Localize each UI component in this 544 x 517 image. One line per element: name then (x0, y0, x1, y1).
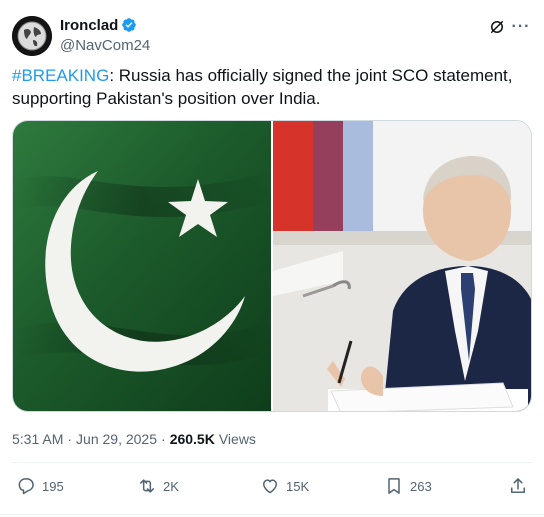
man-signing-document-image[interactable] (273, 121, 531, 411)
meta-separator: · (161, 431, 166, 447)
globe-avatar-icon (12, 16, 52, 56)
grok-button[interactable] (486, 16, 508, 38)
reply-icon (18, 478, 34, 495)
reply-count: 195 (42, 478, 64, 494)
views-label: Views (218, 431, 256, 447)
post-date[interactable]: Jun 29, 2025 (76, 431, 157, 447)
more-icon: ··· (511, 18, 531, 35)
meta-separator: · (67, 431, 73, 447)
pakistan-flag-image[interactable] (13, 121, 271, 411)
share-button[interactable] (508, 474, 528, 498)
hashtag-link[interactable]: #BREAKING (12, 66, 109, 85)
bookmark-count: 263 (410, 478, 432, 494)
repost-count: 2K (163, 478, 179, 494)
divider (12, 462, 532, 463)
tweet-text: #BREAKING: Russia has officially signed … (12, 64, 532, 110)
author-block: Ironclad @NavCom24 (60, 16, 150, 55)
grok-icon (491, 21, 503, 33)
reply-button[interactable]: 195 (16, 474, 64, 498)
bookmark-button[interactable]: 263 (384, 474, 432, 498)
views-count: 260.5K (169, 431, 215, 447)
author-handle[interactable]: @NavCom24 (60, 37, 150, 55)
media-grid (12, 120, 532, 412)
like-count: 15K (286, 478, 310, 494)
bottom-divider (0, 514, 544, 515)
post-time[interactable]: 5:31 AM (12, 431, 63, 447)
tweet: Ironclad @NavCom24 ··· #BREAKING: Russia… (0, 0, 544, 517)
bookmark-icon (388, 478, 400, 494)
share-icon (511, 478, 525, 493)
heart-icon (263, 479, 277, 494)
action-bar: 195 2K 15K 263 (12, 474, 532, 498)
like-button[interactable]: 15K (260, 474, 309, 498)
verified-badge-icon[interactable] (121, 17, 137, 33)
more-button[interactable]: ··· (510, 16, 532, 38)
repost-button[interactable]: 2K (137, 474, 179, 498)
post-meta: 5:31 AM · Jun 29, 2025 · 260.5K Views (12, 430, 256, 448)
repost-icon (140, 479, 154, 493)
author-display-name[interactable]: Ironclad (60, 17, 118, 34)
avatar[interactable] (12, 16, 52, 56)
